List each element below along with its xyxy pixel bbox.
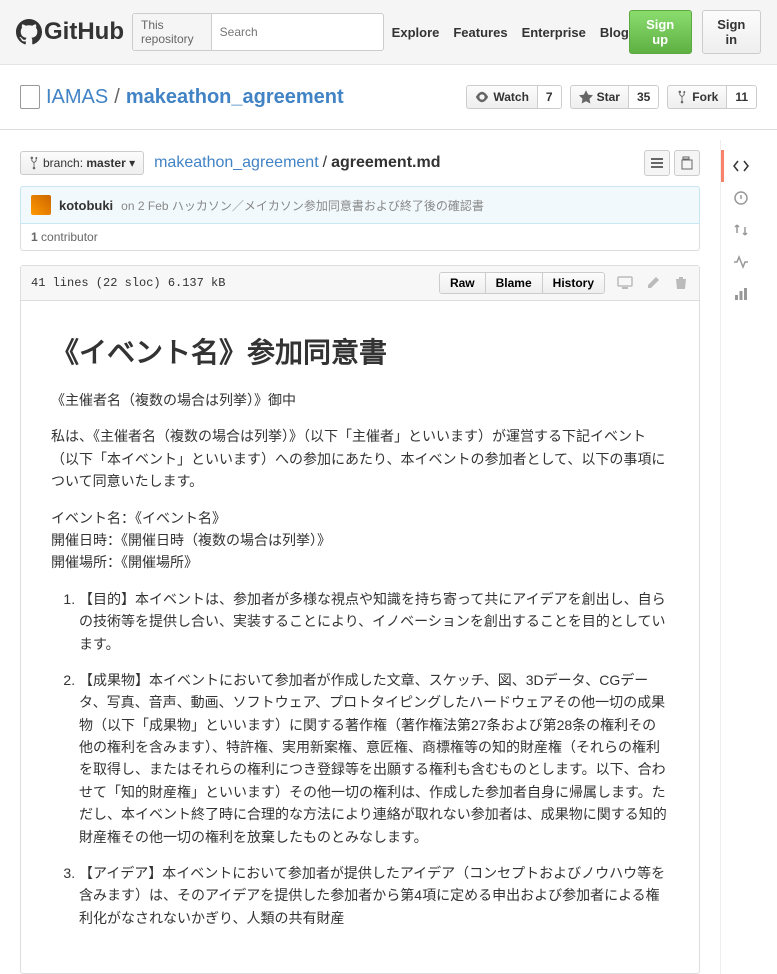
repo-header: IAMAS / makeathon_agreement Watch 7 Star… (0, 65, 777, 130)
file-info: 41 lines (22 sloc) 6.137 kB (31, 276, 225, 290)
repo-name-link[interactable]: makeathon_agreement (126, 86, 344, 108)
pulls-tab-icon[interactable] (721, 214, 760, 246)
view-buttons (644, 150, 700, 176)
commit-bar: kotobuki on 2 Feb ハッカソン／メイカソン参加同意書および終了後… (20, 186, 700, 224)
list-item: 【成果物】本イベントにおいて参加者が作成した文章、スケッチ、図、3Dデータ、CG… (79, 669, 669, 848)
doc-addressee: 《主催者名（複数の場合は列挙）》御中 (51, 389, 669, 411)
search-container: This repository (132, 13, 384, 51)
sidebar-right (720, 140, 760, 974)
header-right: Sign up Sign in (629, 10, 761, 54)
pulse-tab-icon[interactable] (721, 246, 760, 278)
search-input[interactable] (212, 21, 383, 43)
branch-prefix: branch: (43, 156, 83, 170)
file-box: 41 lines (22 sloc) 6.137 kB Raw Blame Hi… (20, 265, 700, 974)
fork-count[interactable]: 11 (726, 86, 756, 108)
contrib-label: contributor (41, 230, 98, 244)
file-header: 41 lines (22 sloc) 6.137 kB Raw Blame Hi… (21, 266, 699, 301)
nav-links: Explore Features Enterprise Blog (392, 25, 629, 40)
file-nav: branch: master ▾ makeathon_agreement / a… (20, 150, 700, 176)
signin-button[interactable]: Sign in (702, 10, 761, 54)
fork-button[interactable]: Fork 11 (667, 85, 757, 109)
nav-explore[interactable]: Explore (392, 25, 440, 40)
edit-icon[interactable] (645, 275, 661, 291)
star-button[interactable]: Star 35 (570, 85, 660, 109)
nav-enterprise[interactable]: Enterprise (522, 25, 586, 40)
file-content: 《イベント名》参加同意書 《主催者名（複数の場合は列挙）》御中 私は、《主催者名… (21, 301, 699, 973)
breadcrumb-root[interactable]: makeathon_agreement (154, 154, 319, 172)
main-container: branch: master ▾ makeathon_agreement / a… (0, 140, 720, 974)
graphs-tab-icon[interactable] (721, 278, 760, 310)
fork-label: Fork (692, 90, 718, 104)
list-item: 【目的】本イベントは、参加者が多様な視点や知識を持ち寄って共にアイデアを創出し、… (79, 588, 669, 655)
doc-intro: 私は、《主催者名（複数の場合は列挙）》（以下「主催者」といいます）が運営する下記… (51, 425, 669, 492)
repo-title: IAMAS / makeathon_agreement (20, 85, 344, 109)
global-header: GitHub This repository Explore Features … (0, 0, 777, 65)
repo-actions: Watch 7 Star 35 Fork 11 (466, 85, 757, 109)
search-scope[interactable]: This repository (133, 14, 212, 50)
code-tab-icon[interactable] (721, 150, 760, 182)
watch-label: Watch (493, 90, 529, 104)
header-left: GitHub This repository Explore Features … (16, 13, 629, 51)
watch-button[interactable]: Watch 7 (466, 85, 561, 109)
signup-button[interactable]: Sign up (629, 10, 692, 54)
blame-button[interactable]: Blame (486, 273, 543, 293)
nav-features[interactable]: Features (453, 25, 507, 40)
nav-blog[interactable]: Blog (600, 25, 629, 40)
branch-select[interactable]: branch: master ▾ (20, 151, 144, 175)
contrib-count: 1 (31, 230, 38, 244)
commit-date: on 2 Feb (121, 199, 168, 213)
desktop-icon[interactable] (617, 275, 633, 291)
repo-owner-link[interactable]: IAMAS (46, 86, 108, 109)
issues-tab-icon[interactable] (721, 182, 760, 214)
branch-name: master (86, 156, 125, 170)
breadcrumb-file: agreement.md (331, 154, 440, 172)
doc-details: イベント名：《イベント名》 開催日時：《開催日時（複数の場合は列挙）》 開催場所… (51, 507, 669, 574)
copy-path-icon[interactable] (674, 150, 700, 176)
avatar[interactable] (31, 195, 51, 215)
separator: / (114, 86, 120, 109)
github-logo[interactable]: GitHub (16, 18, 124, 46)
list-item: 【アイデア】本イベントにおいて参加者が提供したアイデア（コンセプトおよびノウハウ… (79, 862, 669, 929)
file-button-group: Raw Blame History (439, 272, 605, 294)
watch-count[interactable]: 7 (537, 86, 561, 108)
commit-author[interactable]: kotobuki (59, 198, 113, 213)
contrib-bar: 1 contributor (20, 224, 700, 251)
doc-list: 【目的】本イベントは、参加者が多様な視点や知識を持ち寄って共にアイデアを創出し、… (51, 588, 669, 929)
file-actions: Raw Blame History (439, 272, 689, 294)
trash-icon[interactable] (673, 275, 689, 291)
list-view-icon[interactable] (644, 150, 670, 176)
star-count[interactable]: 35 (628, 86, 658, 108)
breadcrumb: makeathon_agreement / agreement.md (154, 154, 440, 172)
doc-title: 《イベント名》参加同意書 (51, 331, 669, 371)
raw-button[interactable]: Raw (440, 273, 486, 293)
star-label: Star (597, 90, 620, 104)
repo-icon (20, 85, 40, 109)
commit-message[interactable]: ハッカソン／メイカソン参加同意書および終了後の確認書 (172, 199, 484, 213)
history-button[interactable]: History (543, 273, 604, 293)
